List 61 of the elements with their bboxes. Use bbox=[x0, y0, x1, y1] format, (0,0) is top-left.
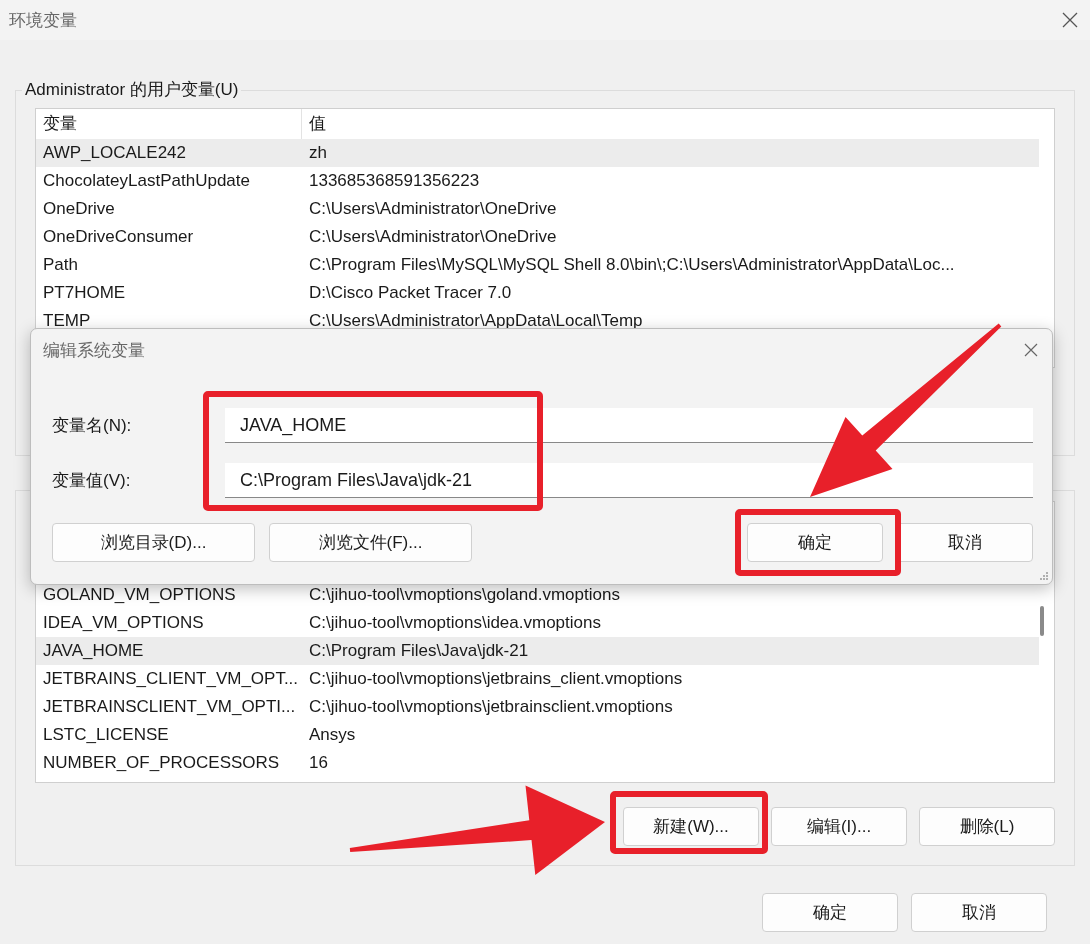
browse-button[interactable]: 浏览文件(F)... bbox=[269, 523, 472, 562]
table-cell-text: C:\Program Files\Java\jdk-21 bbox=[308, 641, 529, 661]
table-cell-text: JETBRAINSCLIENT_VM_OPTI... bbox=[42, 697, 297, 717]
table-cell-text: C:\Users\Administrator\AppData\Local\Temp bbox=[308, 311, 643, 331]
input-field[interactable]: JAVA_HOME bbox=[225, 408, 1033, 443]
browse-button[interactable]: 浏览目录(D)... bbox=[52, 523, 255, 562]
group-title: Administrator 的用户变量(U) bbox=[24, 80, 240, 100]
action-button[interactable]: 编辑(I)... bbox=[771, 807, 907, 846]
table-cell-text: IDEA_VM_OPTIONS bbox=[42, 613, 205, 633]
list-row[interactable]: JETBRAINSCLIENT_VM_OPTI... C:\jihuo-tool\vmoptions\jetbrainsclient.vmoptions bbox=[36, 693, 1039, 721]
list-row[interactable]: PT7HOME D:\Cisco Packet Tracer 7.0 bbox=[36, 279, 1039, 307]
list-row[interactable]: AWP_LOCALE242 zh bbox=[36, 139, 1039, 167]
dialog-button[interactable]: 确定 bbox=[747, 523, 883, 562]
table-cell-text: ChocolateyLastPathUpdate bbox=[42, 171, 251, 191]
table-cell-text: PT7HOME bbox=[42, 283, 127, 303]
table-cell-text: NUMBER_OF_PROCESSORS bbox=[42, 753, 281, 773]
list-row[interactable]: IDEA_VM_OPTIONS C:\jihuo-tool\vmoptions\idea.vmoptions bbox=[36, 609, 1039, 637]
table-cell-text: C:\jihuo-tool\vmoptions\jetbrains_client.vmoptions bbox=[308, 669, 683, 689]
table-cell-text: C:\jihuo-tool\vmoptions\idea.vmoptions bbox=[308, 613, 601, 633]
window-title: 环境变量 bbox=[9, 9, 77, 32]
close-icon[interactable] bbox=[1062, 12, 1078, 28]
action-button[interactable]: 新建(W)... bbox=[623, 807, 759, 846]
list-row[interactable]: Path C:\Program Files\MySQL\MySQL Shell 8.0\bin\;C:\Users\Administrator\AppData\Loc... bbox=[36, 251, 1039, 279]
table-cell-text: C:\Users\Administrator\OneDrive bbox=[308, 199, 557, 219]
field-label: 变量名(N): bbox=[52, 415, 133, 437]
list-row[interactable]: ChocolateyLastPathUpdate 133685368591356223 bbox=[36, 167, 1039, 195]
table-cell-text: Path bbox=[42, 255, 79, 275]
column-header[interactable]: 值 bbox=[302, 109, 326, 139]
table-cell-text: D:\Cisco Packet Tracer 7.0 bbox=[308, 283, 512, 303]
list-row[interactable]: OneDrive C:\Users\Administrator\OneDrive bbox=[36, 195, 1039, 223]
table-cell-text: 16 bbox=[308, 753, 328, 773]
table-cell-text: JETBRAINS_CLIENT_VM_OPT... bbox=[42, 669, 300, 689]
table-cell-text: TEMP bbox=[42, 311, 92, 331]
table-cell-text: C:\Users\Administrator\OneDrive bbox=[308, 227, 557, 247]
table-cell-text: OneDrive bbox=[42, 199, 116, 219]
table-cell-text: GOLAND_VM_OPTIONS bbox=[42, 585, 237, 605]
list-row[interactable]: JETBRAINS_CLIENT_VM_OPT... C:\jihuo-tool\vmoptions\jetbrains_client.vmoptions bbox=[36, 665, 1039, 693]
table-cell-text: JAVA_HOME bbox=[42, 641, 145, 661]
list-row[interactable]: JAVA_HOME C:\Program Files\Java\jdk-21 bbox=[36, 637, 1039, 665]
scrollbar-thumb[interactable] bbox=[1040, 606, 1044, 636]
table-cell-text: zh bbox=[308, 143, 327, 163]
table-cell-text: Ansys bbox=[308, 725, 356, 745]
resize-grip-icon[interactable] bbox=[1039, 571, 1049, 581]
list-row[interactable]: NUMBER_OF_PROCESSORS 16 bbox=[36, 749, 1039, 777]
table-cell-text: C:\jihuo-tool\vmoptions\goland.vmoptions bbox=[308, 585, 620, 605]
table-cell-text: C:\Program Files\MySQL\MySQL Shell 8.0\bin\;C:\Users\Administrator\AppData\Loc... bbox=[308, 255, 955, 275]
field-label: 变量值(V): bbox=[52, 470, 132, 492]
dialog-button[interactable]: 取消 bbox=[911, 893, 1047, 932]
table-cell-text: OneDriveConsumer bbox=[42, 227, 195, 247]
list-row[interactable]: GOLAND_VM_OPTIONS C:\jihuo-tool\vmoptions\goland.vmoptions bbox=[36, 581, 1039, 609]
table-cell-text: 133685368591356223 bbox=[308, 171, 480, 191]
table-cell-text: LSTC_LICENSE bbox=[42, 725, 170, 745]
dialog-button[interactable]: 确定 bbox=[762, 893, 898, 932]
table-cell-text: C:\jihuo-tool\vmoptions\jetbrainsclient.vmoptions bbox=[308, 697, 673, 717]
table-cell-text: AWP_LOCALE242 bbox=[42, 143, 187, 163]
input-field[interactable]: C:\Program Files\Java\jdk-21 bbox=[225, 463, 1033, 498]
list-row[interactable]: OneDriveConsumer C:\Users\Administrator\OneDrive bbox=[36, 223, 1039, 251]
action-button[interactable]: 删除(L) bbox=[919, 807, 1055, 846]
list-row[interactable]: LSTC_LICENSE Ansys bbox=[36, 721, 1039, 749]
dialog-title: 编辑系统变量 bbox=[43, 339, 145, 362]
close-icon[interactable] bbox=[1024, 343, 1038, 357]
